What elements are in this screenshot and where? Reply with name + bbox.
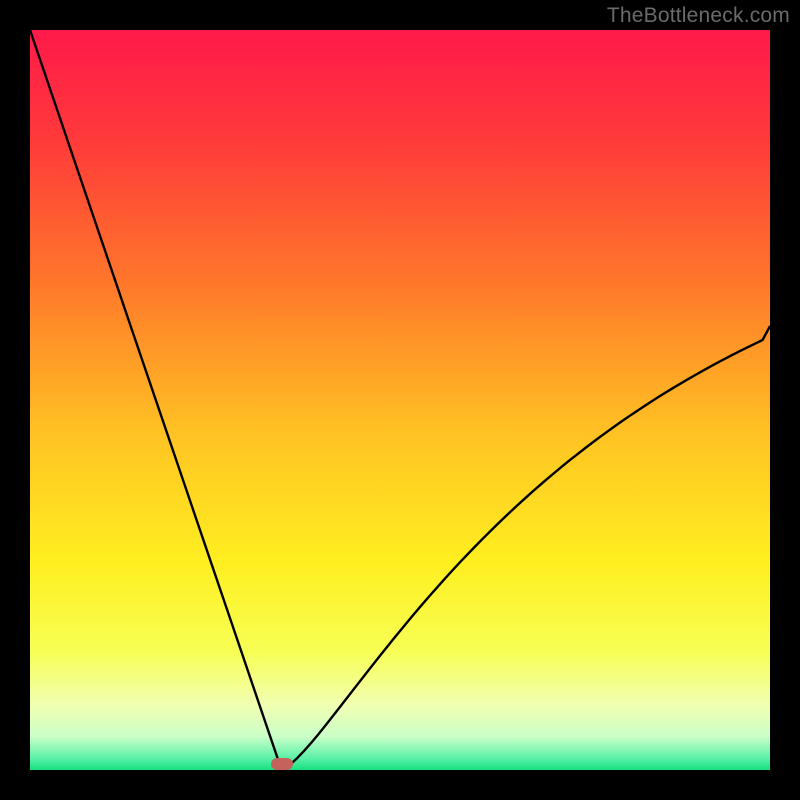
watermark-text: TheBottleneck.com <box>607 4 790 28</box>
chart-frame: TheBottleneck.com <box>0 0 800 800</box>
chart-plot-area <box>30 30 770 770</box>
